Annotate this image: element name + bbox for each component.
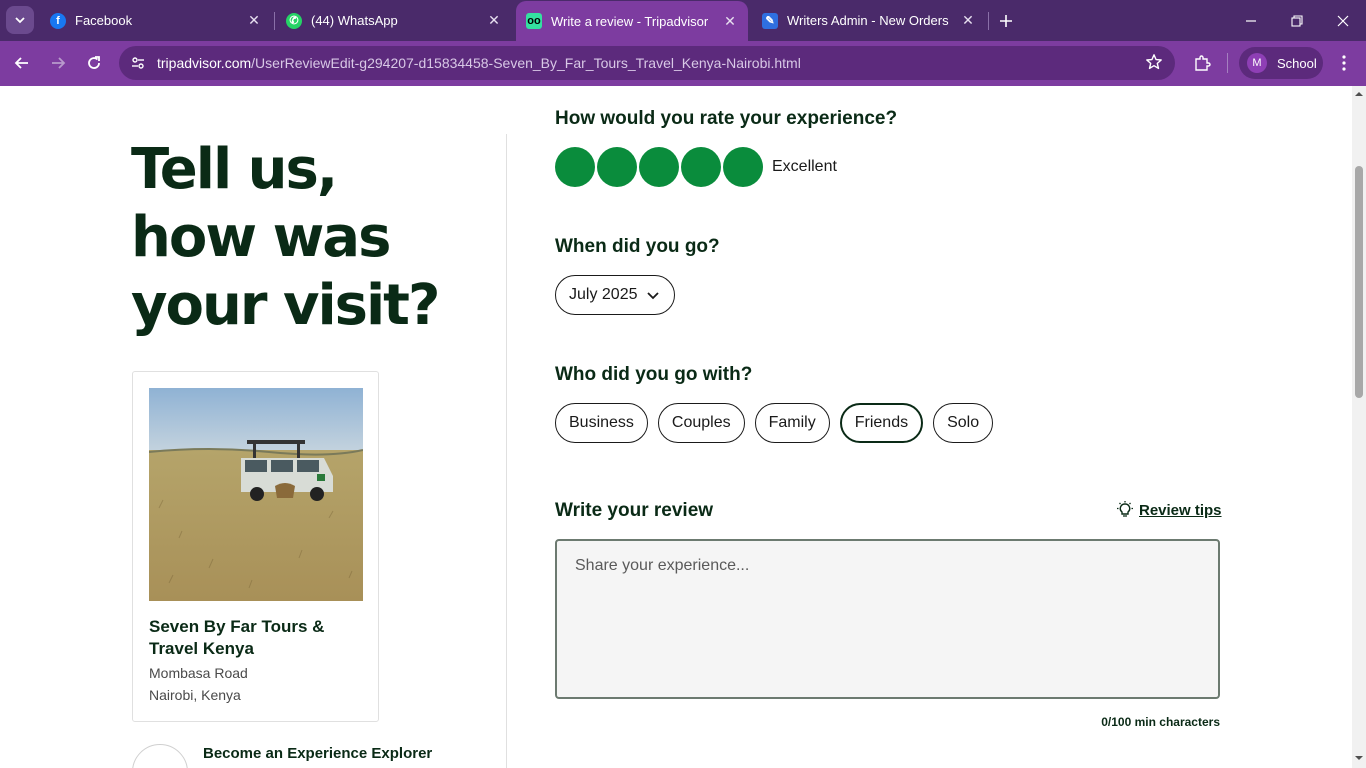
close-icon[interactable]: ✕ (484, 11, 504, 31)
arrow-right-icon (52, 57, 66, 69)
tab-title: (44) WhatsApp (311, 13, 398, 28)
browser-tab-bar: f Facebook ✕ ✆ (44) WhatsApp ✕ oo Write … (0, 0, 1366, 41)
companion-couples[interactable]: Couples (657, 403, 745, 443)
whatsapp-icon: ✆ (286, 12, 302, 29)
explorer-badge-icon (132, 744, 188, 768)
writers-admin-icon: ✎ (762, 12, 778, 29)
who-question: Who did you go with? (555, 364, 753, 385)
close-icon[interactable]: ✕ (720, 11, 740, 31)
facebook-icon: f (50, 12, 66, 29)
plus-icon (1000, 15, 1012, 27)
when-question: When did you go? (555, 236, 720, 257)
companion-business[interactable]: Business (555, 403, 648, 443)
kebab-menu-icon (1342, 55, 1346, 71)
review-textarea-wrapper (555, 539, 1220, 699)
page-scrollbar[interactable] (1352, 86, 1366, 768)
experience-explorer-link[interactable]: Become an Experience Explorer (203, 745, 432, 762)
restore-icon (1291, 14, 1303, 27)
business-address-line1: Mombasa Road (149, 665, 248, 681)
rating-bubble-4[interactable] (681, 147, 721, 187)
rating-bubble-3[interactable] (639, 147, 679, 187)
companion-options: Business Couples Family Friends Solo (555, 403, 1003, 443)
rating-bubble-5[interactable] (723, 147, 763, 187)
bookmark-button[interactable] (1145, 53, 1163, 76)
rating-label: Excellent (772, 158, 837, 175)
close-icon[interactable]: ✕ (244, 11, 264, 31)
site-info-button[interactable] (123, 48, 153, 78)
reload-icon (88, 56, 100, 69)
chevron-down-icon (15, 17, 25, 24)
review-tips-link[interactable]: Review tips (1117, 501, 1222, 519)
companion-family[interactable]: Family (754, 403, 830, 443)
review-page: Tell us, how was your visit? Seven By Fa… (0, 86, 1352, 768)
menu-button[interactable] (1329, 48, 1359, 78)
business-card[interactable]: Seven By Far Tours & Travel Kenya Mombas… (132, 371, 379, 722)
tripadvisor-icon: oo (526, 13, 542, 29)
visit-date-value: July 2025 (569, 286, 638, 303)
rating-bubbles: Excellent (555, 147, 837, 187)
tab-tripadvisor[interactable]: oo Write a review - Tripadvisor ✕ (516, 1, 748, 41)
column-divider (506, 134, 507, 768)
business-photo (149, 388, 363, 601)
tab-writers-admin[interactable]: ✎ Writers Admin - New Orders ✕ (752, 0, 986, 41)
tab-divider (988, 12, 989, 30)
profile-button[interactable]: M School (1239, 47, 1323, 79)
address-bar[interactable]: tripadvisor.com/UserReviewEdit-g294207-d… (119, 46, 1175, 80)
close-icon[interactable]: ✕ (958, 11, 978, 31)
rating-bubble-1[interactable] (555, 147, 595, 187)
url-path: /UserReviewEdit-g294207-d15834458-Seven_… (251, 55, 801, 71)
star-outline-icon (1146, 54, 1162, 70)
reload-button[interactable] (79, 48, 109, 78)
close-icon (1337, 15, 1349, 26)
rating-question: How would you rate your experience? (555, 108, 898, 129)
scroll-down-icon[interactable] (1355, 754, 1363, 762)
tab-divider (274, 12, 275, 30)
window-close-button[interactable] (1320, 0, 1366, 41)
scrollbar-thumb[interactable] (1355, 166, 1363, 398)
tab-title: Writers Admin - New Orders (787, 13, 949, 28)
restore-button[interactable] (1274, 0, 1320, 41)
back-button[interactable] (7, 48, 37, 78)
url-text: tripadvisor.com/UserReviewEdit-g294207-d… (157, 55, 801, 71)
puzzle-icon (1195, 55, 1211, 71)
forward-button[interactable] (43, 48, 73, 78)
tab-title: Facebook (75, 13, 133, 28)
profile-name: School (1277, 55, 1317, 71)
tab-search-button[interactable] (6, 6, 34, 34)
companion-friends[interactable]: Friends (839, 403, 924, 443)
chevron-down-icon (646, 292, 659, 300)
toolbar-divider (1227, 53, 1228, 73)
review-textarea[interactable] (557, 541, 1218, 697)
page-title: Tell us, how was your visit? (131, 137, 440, 338)
tab-whatsapp[interactable]: ✆ (44) WhatsApp ✕ (276, 0, 512, 41)
business-address-line2: Nairobi, Kenya (149, 687, 241, 703)
visit-date-dropdown[interactable]: July 2025 (555, 275, 675, 315)
character-counter: 0/100 min characters (1101, 715, 1220, 729)
extensions-button[interactable] (1187, 48, 1217, 78)
business-name[interactable]: Seven By Far Tours & Travel Kenya (149, 616, 349, 660)
lightbulb-icon (1117, 501, 1133, 517)
minimize-icon (1246, 19, 1256, 22)
rating-bubble-2[interactable] (597, 147, 637, 187)
tab-facebook[interactable]: f Facebook ✕ (40, 0, 272, 41)
browser-toolbar: tripadvisor.com/UserReviewEdit-g294207-d… (0, 41, 1366, 86)
review-heading: Write your review (555, 500, 714, 521)
new-tab-button[interactable] (994, 9, 1018, 33)
minimize-button[interactable] (1228, 0, 1274, 41)
url-host: tripadvisor.com (157, 55, 252, 71)
avatar: M (1247, 53, 1267, 73)
scroll-up-icon[interactable] (1355, 90, 1363, 98)
arrow-left-icon (14, 57, 28, 69)
review-tips-label: Review tips (1139, 501, 1222, 519)
tab-title: Write a review - Tripadvisor (551, 13, 709, 29)
tune-icon (132, 57, 144, 69)
companion-solo[interactable]: Solo (933, 403, 994, 443)
